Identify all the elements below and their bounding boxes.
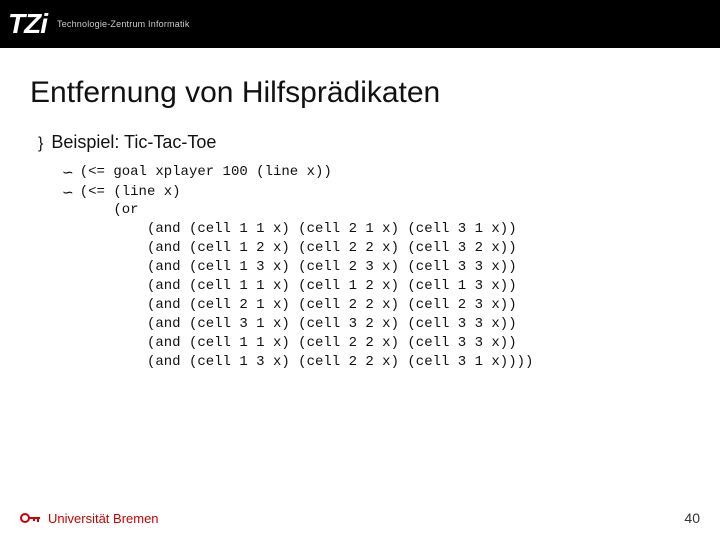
bullet-glyph-icon: } [38, 135, 43, 153]
bullet-main: } Beispiel: Tic-Tac-Toe [38, 132, 690, 153]
page-title: Entfernung von Hilfsprädikaten [30, 76, 720, 110]
slide: TZi Technologie-Zentrum Informatik Entfe… [0, 0, 720, 540]
bullet-main-text: Beispiel: Tic-Tac-Toe [51, 132, 216, 153]
code-block-2: (<= (line x) (or (and (cell 1 1 x) (cell… [80, 183, 534, 372]
header-subtitle: Technologie-Zentrum Informatik [57, 19, 190, 29]
tzi-logo: TZi [8, 8, 47, 40]
header-bar: TZi Technologie-Zentrum Informatik [0, 0, 720, 48]
sub-bullet-2: ∽ (<= (line x) (or (and (cell 1 1 x) (ce… [62, 183, 690, 372]
university-name: Universität Bremen [48, 511, 159, 526]
university-logo: Universität Bremen [20, 511, 159, 526]
footer: Universität Bremen 40 [20, 510, 700, 526]
logo-text: TZi [8, 8, 47, 40]
sub-bullet-glyph-icon: ∽ [62, 183, 74, 203]
sub-bullets: ∽ (<= goal xplayer 100 (line x)) ∽ (<= (… [38, 163, 690, 372]
code-line-1: (<= goal xplayer 100 (line x)) [80, 163, 332, 182]
page-number: 40 [684, 510, 700, 526]
content: } Beispiel: Tic-Tac-Toe ∽ (<= goal xplay… [0, 132, 720, 372]
sub-bullet-1: ∽ (<= goal xplayer 100 (line x)) [62, 163, 690, 183]
key-icon [20, 511, 42, 525]
sub-bullet-glyph-icon: ∽ [62, 163, 74, 183]
